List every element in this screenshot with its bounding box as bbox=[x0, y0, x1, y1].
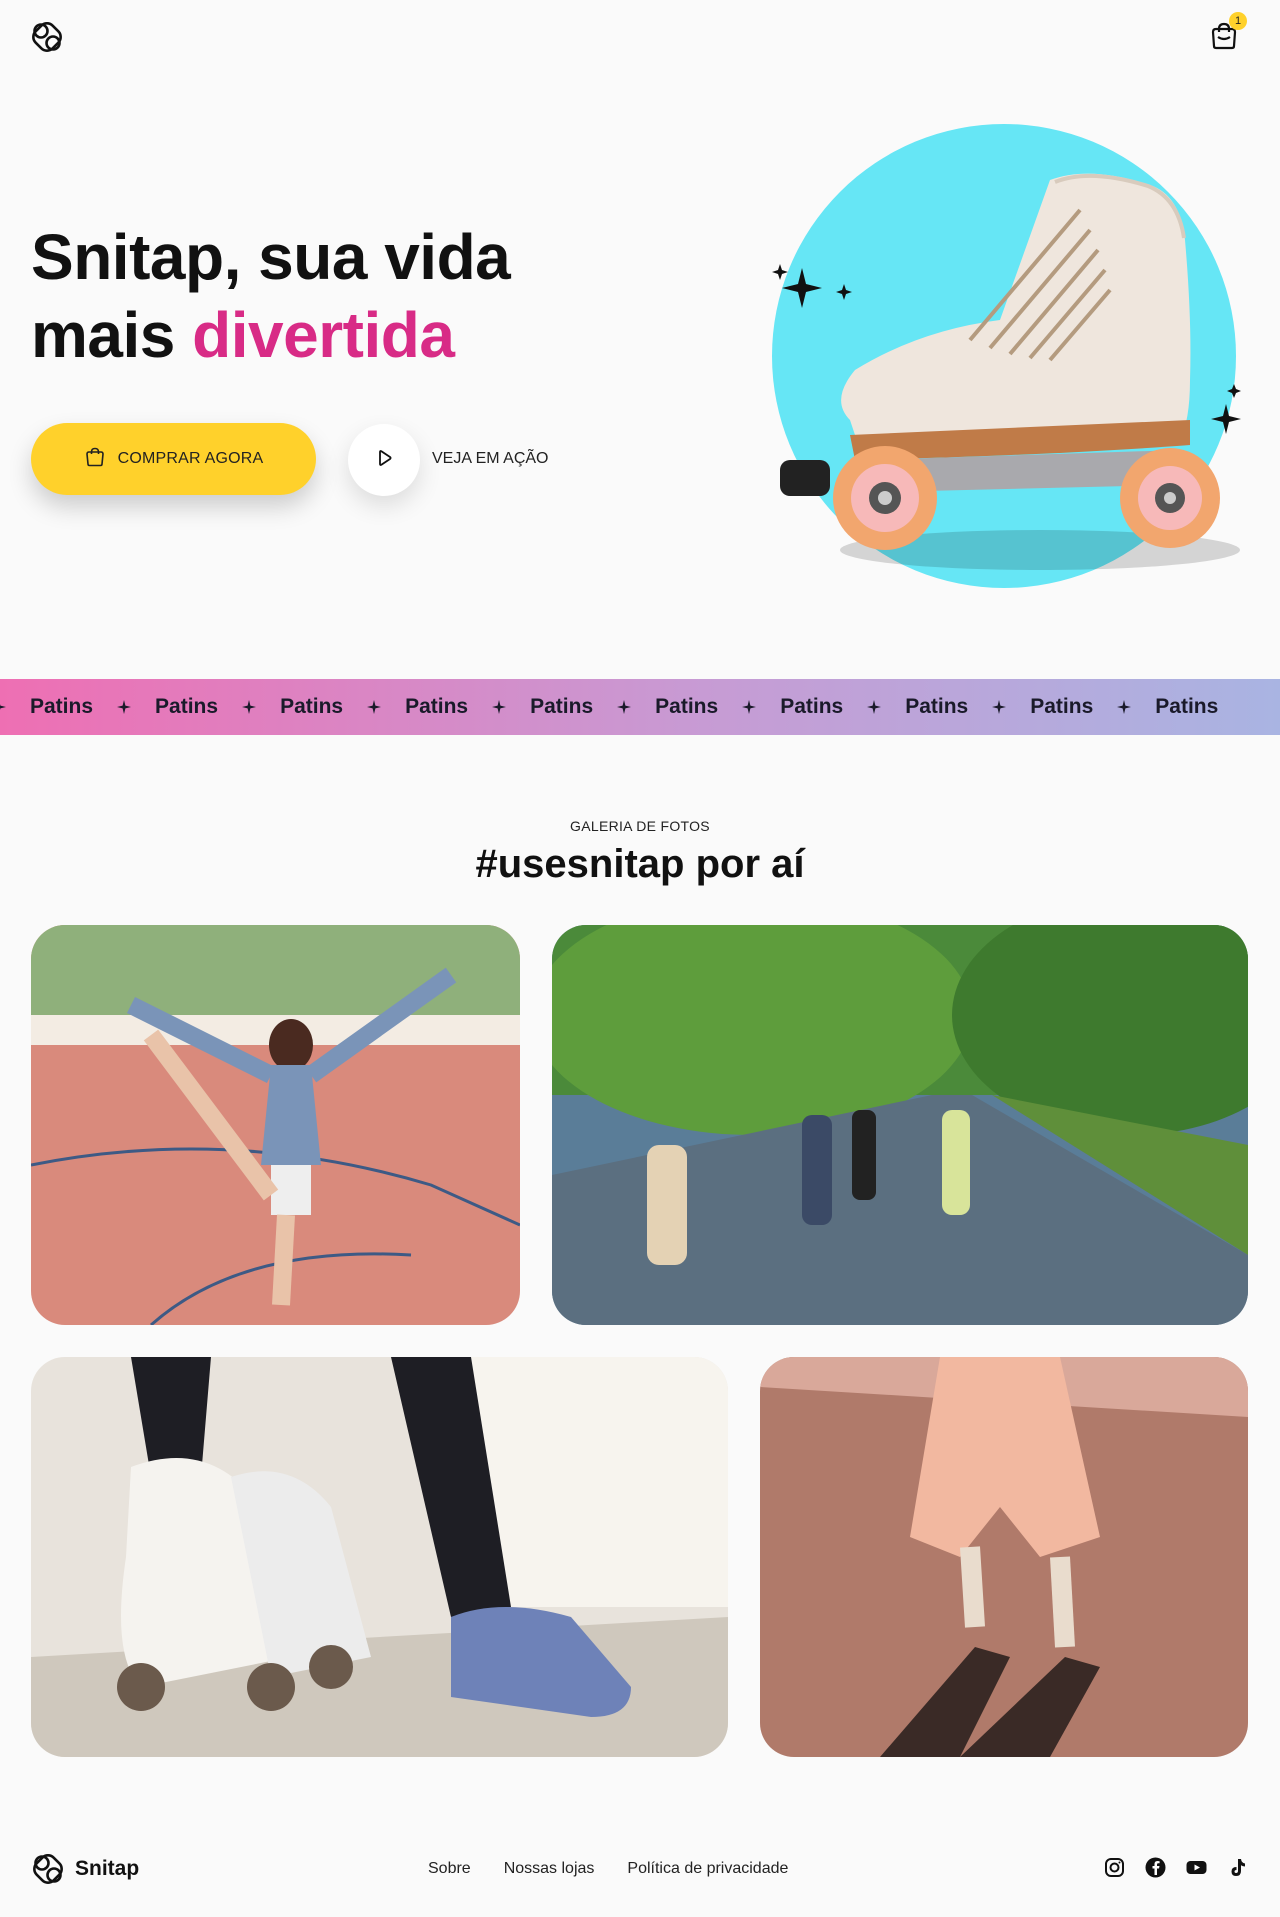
marquee-item: Patins bbox=[530, 695, 594, 718]
star-icon bbox=[1117, 700, 1132, 714]
hero-title: Snitap, sua vida mais divertida bbox=[31, 218, 671, 374]
social-links bbox=[1104, 1857, 1248, 1878]
marquee-item: Patins bbox=[905, 695, 969, 718]
gallery-photo-2[interactable] bbox=[552, 925, 1248, 1325]
buy-now-button[interactable]: COMPRAR AGORA bbox=[31, 423, 316, 495]
footer-links: Sobre Nossas lojas Política de privacida… bbox=[428, 1860, 788, 1878]
footer-logo-icon[interactable] bbox=[31, 1852, 65, 1886]
marquee-item: Patins bbox=[1030, 695, 1094, 718]
star-icon bbox=[992, 700, 1007, 714]
footer-brand[interactable]: Snitap bbox=[75, 1857, 139, 1881]
youtube-icon[interactable] bbox=[1186, 1857, 1207, 1878]
marquee-item: Patins bbox=[780, 695, 844, 718]
gallery-title: #usesnitap por aí bbox=[475, 842, 805, 886]
hero-title-line2: mais bbox=[31, 299, 193, 371]
product-marquee: Patins Patins Patins Patins Patins Patins Pati… bbox=[0, 679, 1280, 735]
star-icon bbox=[492, 700, 507, 714]
hero-title-accent: divertida bbox=[192, 299, 455, 371]
footer-link-stores[interactable]: Nossas lojas bbox=[504, 1860, 595, 1878]
marquee-item: Patins bbox=[1155, 695, 1219, 718]
facebook-icon[interactable] bbox=[1145, 1857, 1166, 1878]
marquee-item: Patins bbox=[155, 695, 219, 718]
gallery-photo-3[interactable] bbox=[31, 1357, 728, 1757]
marquee-item: Patins bbox=[30, 695, 94, 718]
star-icon bbox=[367, 700, 382, 714]
gallery-eyebrow: GALERIA DE FOTOS bbox=[570, 818, 710, 834]
cart-count-badge: 1 bbox=[1229, 12, 1247, 30]
hero-title-line1: Snitap, sua vida bbox=[31, 221, 511, 293]
watch-in-action-label[interactable]: VEJA EM AÇÃO bbox=[432, 450, 548, 468]
hero-product-image bbox=[760, 120, 1250, 600]
gallery-photo-4[interactable] bbox=[760, 1357, 1248, 1757]
star-icon bbox=[117, 700, 132, 714]
logo-icon[interactable] bbox=[30, 20, 64, 54]
star-icon bbox=[867, 700, 882, 714]
marquee-item: Patins bbox=[280, 695, 344, 718]
play-icon bbox=[373, 447, 395, 474]
marquee-item: Patins bbox=[655, 695, 719, 718]
marquee-track: Patins Patins Patins Patins Patins Patins Pati… bbox=[0, 695, 1242, 719]
instagram-icon[interactable] bbox=[1104, 1857, 1125, 1878]
star-icon bbox=[617, 700, 632, 714]
star-icon bbox=[742, 700, 757, 714]
footer-link-about[interactable]: Sobre bbox=[428, 1860, 471, 1878]
play-video-button[interactable] bbox=[348, 424, 420, 496]
footer-link-privacy[interactable]: Política de privacidade bbox=[627, 1860, 788, 1878]
star-icon bbox=[242, 700, 257, 714]
marquee-item: Patins bbox=[405, 695, 469, 718]
shopping-bag-icon bbox=[84, 446, 106, 473]
buy-now-label: COMPRAR AGORA bbox=[117, 450, 264, 467]
gallery-photo-1[interactable] bbox=[31, 925, 520, 1325]
tiktok-icon[interactable] bbox=[1227, 1857, 1248, 1878]
